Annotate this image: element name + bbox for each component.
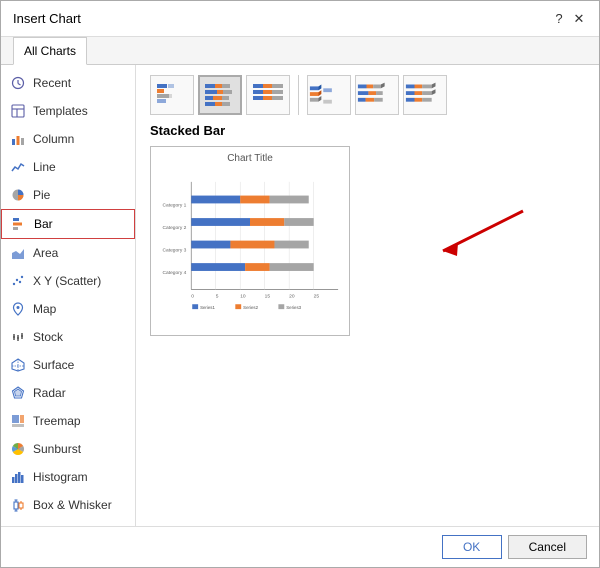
svg-text:Category 2: Category 2 [163,225,187,231]
dialog-body: Recent Templates Column Li [1,65,599,526]
sidebar-item-box-whisker[interactable]: Box & Whisker [1,491,135,519]
line-chart-icon [9,158,27,176]
sidebar-label-surface: Surface [33,358,74,372]
title-bar: Insert Chart ? ✕ [1,1,599,37]
sidebar-item-bar[interactable]: Bar [1,209,135,239]
sidebar-label-templates: Templates [33,104,88,118]
scatter-chart-icon [9,272,27,290]
preview-chart-title: Chart Title [157,153,343,164]
main-panel: Stacked Bar Chart Title Category 1 Categ… [136,65,599,526]
radar-chart-icon [9,384,27,402]
arrow-area [360,146,585,336]
chart-option-stacked-bar[interactable] [198,75,242,115]
sidebar-item-templates[interactable]: Templates [1,97,135,125]
sidebar-item-radar[interactable]: Radar [1,379,135,407]
sidebar-label-sunburst: Sunburst [33,442,81,456]
sidebar-item-pie[interactable]: Pie [1,181,135,209]
sidebar-label-xy-scatter: X Y (Scatter) [33,274,101,288]
sidebar-item-xy-scatter[interactable]: X Y (Scatter) [1,267,135,295]
chart-option-3d-stacked-bar[interactable] [355,75,399,115]
sidebar-label-box-whisker: Box & Whisker [33,498,112,512]
sidebar-label-stock: Stock [33,330,63,344]
sidebar-label-treemap: Treemap [33,414,81,428]
sidebar-item-treemap[interactable]: Treemap [1,407,135,435]
bar-chart-icon [10,215,28,233]
sidebar-item-waterfall[interactable]: Waterfall [1,519,135,526]
map-chart-icon [9,300,27,318]
chart-option-3d-clustered-bar[interactable] [307,75,351,115]
svg-text:Series1: Series1 [200,305,215,310]
sunburst-chart-icon [9,440,27,458]
help-button[interactable]: ? [551,11,567,27]
dialog-title: Insert Chart [13,11,81,26]
title-bar-buttons: ? ✕ [551,11,587,27]
sidebar-label-line: Line [33,160,56,174]
sidebar-label-map: Map [33,302,56,316]
histogram-chart-icon [9,468,27,486]
svg-text:Series2: Series2 [243,305,258,310]
chart-option-100-stacked-bar[interactable] [246,75,290,115]
surface-chart-icon [9,356,27,374]
chart-type-name: Stacked Bar [150,123,585,138]
chart-option-3d-100-bar[interactable] [403,75,447,115]
tab-all-charts[interactable]: All Charts [13,37,87,65]
clock-icon [9,74,27,92]
pie-chart-icon [9,186,27,204]
sidebar-label-histogram: Histogram [33,470,88,484]
chart-type-icons-row [150,75,585,115]
sidebar-label-radar: Radar [33,386,66,400]
column-chart-icon [9,130,27,148]
sidebar-item-histogram[interactable]: Histogram [1,463,135,491]
sidebar-label-recent: Recent [33,76,71,90]
box-chart-icon [9,496,27,514]
sidebar-item-recent[interactable]: Recent [1,69,135,97]
insert-chart-dialog: Insert Chart ? ✕ All Charts Recent [0,0,600,568]
svg-text:20: 20 [289,293,295,299]
cancel-button[interactable]: Cancel [508,535,587,559]
svg-text:Series3: Series3 [286,305,301,310]
svg-text:25: 25 [314,293,320,299]
preview-svg-chart: Category 1 Category 2 Category 3 Categor… [157,168,343,323]
svg-text:5: 5 [216,293,219,299]
sidebar: Recent Templates Column Li [1,65,136,526]
svg-text:15: 15 [265,293,271,299]
svg-text:Category 4: Category 4 [163,270,187,276]
svg-text:Category 1: Category 1 [163,202,187,208]
area-chart-icon [9,244,27,262]
chart-preview-box: Chart Title Category 1 Category 2 Catego… [150,146,350,336]
template-icon [9,102,27,120]
sidebar-label-area: Area [33,246,58,260]
chart-type-divider [298,75,299,115]
svg-text:Category 3: Category 3 [163,247,187,253]
ok-button[interactable]: OK [442,535,502,559]
close-button[interactable]: ✕ [571,11,587,27]
sidebar-item-line[interactable]: Line [1,153,135,181]
red-arrow [413,201,533,281]
svg-text:0: 0 [191,293,194,299]
sidebar-item-stock[interactable]: Stock [1,323,135,351]
tabs-bar: All Charts [1,37,599,65]
sidebar-item-surface[interactable]: Surface [1,351,135,379]
dialog-footer: OK Cancel [1,526,599,567]
svg-text:10: 10 [240,293,246,299]
chart-preview-area: Chart Title Category 1 Category 2 Catego… [150,146,585,336]
sidebar-item-map[interactable]: Map [1,295,135,323]
chart-option-clustered-bar[interactable] [150,75,194,115]
sidebar-item-column[interactable]: Column [1,125,135,153]
sidebar-label-column: Column [33,132,74,146]
sidebar-item-area[interactable]: Area [1,239,135,267]
treemap-chart-icon [9,412,27,430]
sidebar-label-bar: Bar [34,217,53,231]
stock-chart-icon [9,328,27,346]
sidebar-label-pie: Pie [33,188,50,202]
sidebar-item-sunburst[interactable]: Sunburst [1,435,135,463]
